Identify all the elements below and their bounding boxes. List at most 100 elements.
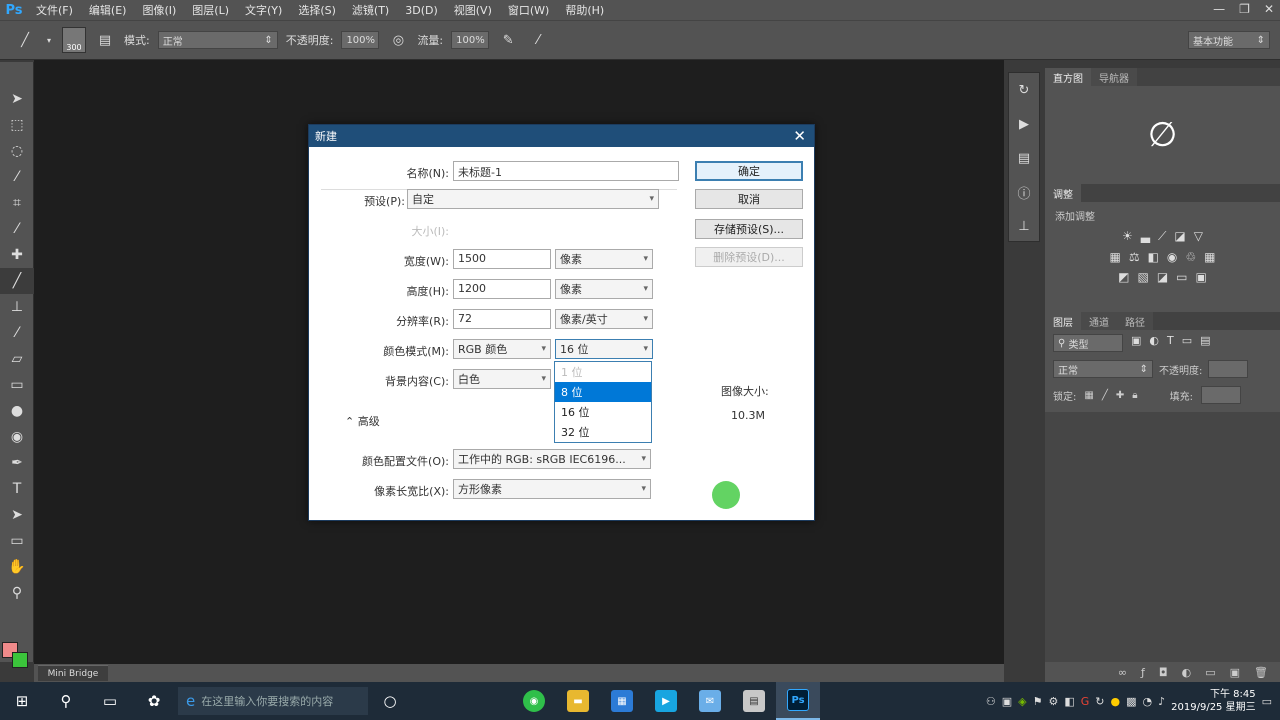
tab-paths[interactable]: 路径 [1117,312,1153,330]
messenger-icon[interactable]: ● [1110,695,1120,708]
actions-panel-icon[interactable]: ▶ [1009,107,1039,141]
brush-panel-icon[interactable]: ▤ [94,29,116,51]
bit-depth-select[interactable]: 16 位 ▾ [555,339,653,359]
preset-select[interactable]: 自定 ▾ [407,189,659,209]
link-layers-icon[interactable]: ∞ [1118,666,1127,679]
minimize-icon[interactable]: — [1213,2,1225,16]
color-profile-select[interactable]: 工作中的 RGB: sRGB IEC6196... ▾ [453,449,651,469]
levels-icon[interactable]: ▃ [1141,229,1150,244]
brush-preset-picker[interactable]: 300 [62,27,86,53]
gradient-map-icon[interactable]: ▭ [1176,270,1187,284]
menu-type[interactable]: 文字(Y) [237,2,290,18]
volume-icon[interactable]: ♪ [1158,695,1165,708]
selective-color-icon[interactable]: ▣ [1196,270,1207,284]
taskbar-app-player[interactable]: ▶ [644,682,688,720]
pen-tool-icon[interactable]: ✒ [0,450,34,476]
filter-type-icon[interactable]: T [1167,334,1174,352]
lasso-tool-icon[interactable]: ◌ [0,138,34,164]
lock-position-icon[interactable]: ✚ [1116,390,1124,401]
brightness-icon[interactable]: ☀ [1122,229,1133,244]
option-16-bit[interactable]: 16 位 [555,402,651,422]
shape-tool-icon[interactable]: ▭ [0,528,34,554]
stamp-tool-icon[interactable]: ⊥ [0,294,34,320]
restore-icon[interactable]: ❐ [1239,2,1250,16]
add-mask-icon[interactable]: ◘ [1159,666,1168,679]
opacity-input[interactable]: 100% [341,31,380,49]
mode-select[interactable]: 正常 ⇕ [157,31,278,49]
task-view-icon[interactable]: ▭ [88,682,132,720]
width-field[interactable]: 1500 [453,249,551,269]
new-group-icon[interactable]: ▭ [1205,666,1215,679]
crop-tool-icon[interactable]: ⌗ [0,190,34,216]
tab-channels[interactable]: 通道 [1081,312,1117,330]
tab-histogram[interactable]: 直方图 [1045,68,1091,86]
filter-pixel-icon[interactable]: ▣ [1131,334,1141,352]
nvidia-icon[interactable]: ◈ [1018,695,1026,708]
brush-tool-icon[interactable]: ╱ [0,268,34,294]
brush-tool-icon[interactable]: ╱ [14,29,36,51]
path-select-tool-icon[interactable]: ➤ [0,502,34,528]
mini-bridge-tab[interactable]: Mini Bridge [38,665,108,681]
tab-adjustments[interactable]: 调整 [1045,184,1081,202]
threshold-icon[interactable]: ◪ [1157,270,1168,284]
network-tray-icon[interactable]: ⚙ [1048,695,1058,708]
lock-pixels-icon[interactable]: ▦ [1084,390,1093,401]
brush-presets-icon[interactable]: ▤ [1009,141,1039,175]
hand-tool-icon[interactable]: ✋ [0,554,34,580]
new-layer-icon[interactable]: ▣ [1230,666,1240,679]
height-unit-select[interactable]: 像素 ▾ [555,279,653,299]
new-adjustment-icon[interactable]: ◐ [1182,666,1192,679]
app-tray-icon[interactable]: ▣ [1002,695,1012,708]
dodge-tool-icon[interactable]: ◉ [0,424,34,450]
filter-adjust-icon[interactable]: ◐ [1149,334,1159,352]
fill-input[interactable] [1200,386,1241,404]
option-1-bit[interactable]: 1 位 [555,362,651,382]
color-balance-icon[interactable]: ⚖ [1129,250,1140,264]
notification-icon[interactable]: ▭ [1262,695,1272,708]
color-lookup-icon[interactable]: ▦ [1204,250,1215,264]
filter-smart-icon[interactable]: ▤ [1200,334,1210,352]
background-color-swatch[interactable] [12,652,28,668]
history-panel-icon[interactable]: ↻ [1009,73,1039,107]
close-icon[interactable]: ✕ [1264,2,1274,16]
sync-icon[interactable]: ↻ [1095,695,1104,708]
pressure-opacity-icon[interactable]: ◎ [387,29,409,51]
background-select[interactable]: 白色 ▾ [453,369,551,389]
color-mode-select[interactable]: RGB 颜色 ▾ [453,339,551,359]
menu-edit[interactable]: 编辑(E) [81,2,135,18]
advanced-toggle[interactable]: ⌃ 高级 [345,413,380,429]
lock-all-icon[interactable]: 🔒︎ [1132,390,1137,401]
resolution-unit-select[interactable]: 像素/英寸 ▾ [555,309,653,329]
taskbar-app-mail[interactable]: ✉ [688,682,732,720]
pixel-aspect-select[interactable]: 方形像素 ▾ [453,479,651,499]
pressure-size-icon[interactable]: ⁄ [527,29,549,51]
invert-icon[interactable]: ◩ [1118,270,1129,284]
width-unit-select[interactable]: 像素 ▾ [555,249,653,269]
chevron-down-icon[interactable]: ▾ [44,29,54,51]
taskbar-app-photoshop[interactable]: Ps [776,682,820,720]
security-icon[interactable]: ◧ [1064,695,1074,708]
filter-shape-icon[interactable]: ▭ [1182,334,1192,352]
type-tool-icon[interactable]: T [0,476,34,502]
eraser-tool-icon[interactable]: ▱ [0,346,34,372]
ime-icon[interactable]: ▩ [1126,695,1136,708]
dialog-close-icon[interactable]: ✕ [793,127,806,145]
black-white-icon[interactable]: ◧ [1148,250,1159,264]
menu-file[interactable]: 文件(F) [28,2,81,18]
exposure-icon[interactable]: ◪ [1174,229,1185,244]
eyedropper-tool-icon[interactable]: ⁄ [0,216,34,242]
flag-icon[interactable]: ⚑ [1033,695,1043,708]
delete-preset-button[interactable]: 删除预设(D)... [695,247,803,267]
pinwheel-app-icon[interactable]: ✿ [132,682,176,720]
layer-filter-select[interactable]: ⚲ 类型 [1053,334,1123,352]
photo-filter-icon[interactable]: ◉ [1167,250,1177,264]
save-preset-button[interactable]: 存储预设(S)... [695,219,803,239]
taskbar-app-explorer[interactable]: ▬ [556,682,600,720]
workspace-select[interactable]: 基本功能 ⇕ [1188,31,1270,49]
user-icon[interactable]: ⚇ [986,695,996,708]
tab-layers[interactable]: 图层 [1045,312,1081,330]
quick-select-tool-icon[interactable]: ⁄ [0,164,34,190]
taskbar-app-book[interactable]: ▤ [732,682,776,720]
option-8-bit[interactable]: 8 位 [555,382,651,402]
resolution-field[interactable]: 72 [453,309,551,329]
